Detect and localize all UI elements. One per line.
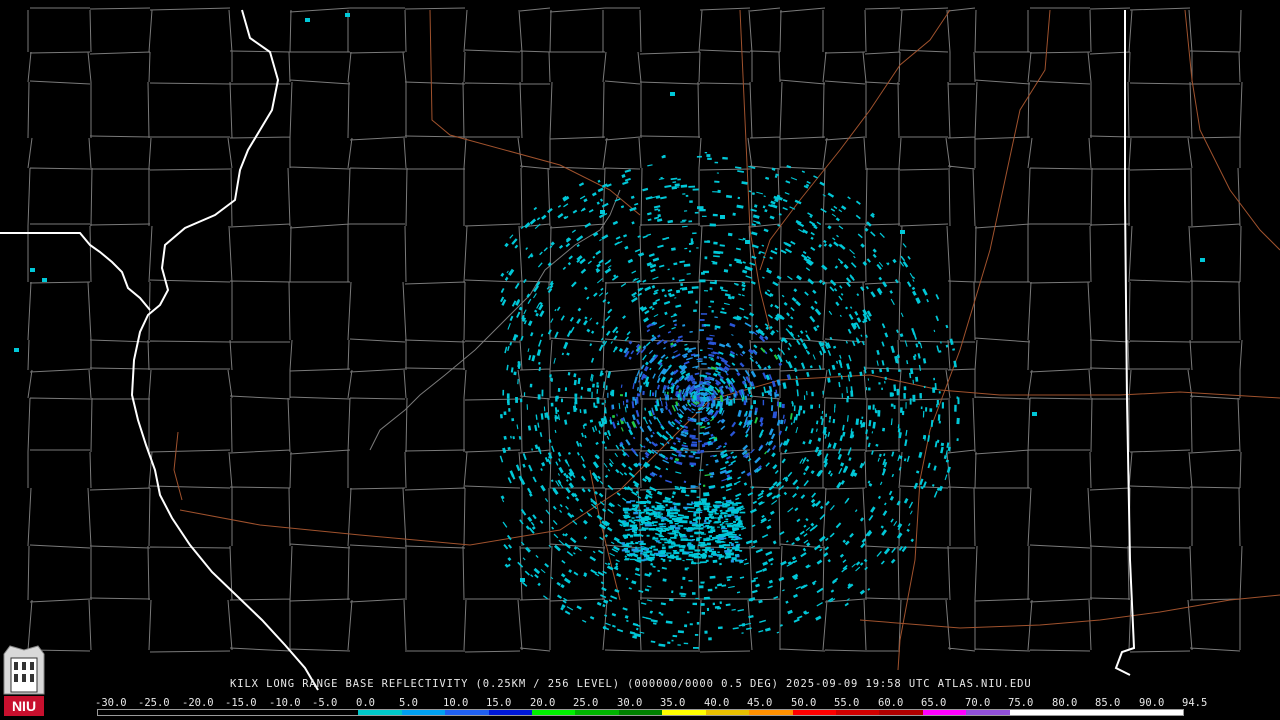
colorbar-segment	[835, 710, 880, 715]
scale-label: 0.0	[356, 697, 375, 709]
radar-map[interactable]	[0, 0, 1280, 720]
scale-label: 60.0	[878, 697, 904, 709]
product-caption: KILX LONG RANGE BASE REFLECTIVITY (0.25K…	[230, 678, 1032, 690]
scale-label: 70.0	[965, 697, 991, 709]
colorbar-segment	[228, 710, 272, 715]
colorbar-segment	[1096, 710, 1140, 715]
colorbar-segment	[879, 710, 923, 715]
colorbar-segment	[358, 710, 402, 715]
colorbar-segment	[1052, 710, 1097, 715]
colorbar-segment	[966, 710, 1010, 715]
colorbar-segment	[445, 710, 489, 715]
colorbar-segment	[1009, 710, 1053, 715]
colorbar-segment	[184, 710, 229, 715]
scale-label: 10.0	[443, 697, 469, 709]
scale-label: 20.0	[530, 697, 556, 709]
scale-label: 94.5	[1182, 697, 1208, 709]
scale-label: -10.0	[269, 697, 301, 709]
colorbar-segment	[662, 710, 706, 715]
colorbar-segment	[1139, 710, 1184, 715]
scale-label: 5.0	[399, 697, 418, 709]
colorbar-segment	[141, 710, 185, 715]
scale-label: 80.0	[1052, 697, 1078, 709]
colorbar-segment	[271, 710, 316, 715]
colorbar-segment	[922, 710, 967, 715]
colorbar-segment	[98, 710, 142, 715]
colorbar-segment	[401, 710, 446, 715]
scale-label: 15.0	[486, 697, 512, 709]
scale-label: 50.0	[791, 697, 817, 709]
scale-label: 90.0	[1139, 697, 1165, 709]
scale-label: 45.0	[747, 697, 773, 709]
scale-label: -15.0	[225, 697, 257, 709]
niu-tower-logo-icon: NIU	[3, 645, 45, 716]
scale-label: 30.0	[617, 697, 643, 709]
scale-label: 25.0	[573, 697, 599, 709]
scale-label: -30.0	[95, 697, 127, 709]
scale-label: -5.0	[312, 697, 338, 709]
colorbar-segment	[315, 710, 359, 715]
scale-label: 35.0	[660, 697, 686, 709]
colorbar-segment	[618, 710, 663, 715]
colorbar-segment	[532, 710, 576, 715]
colorbar-segment	[749, 710, 793, 715]
scale-label: 40.0	[704, 697, 730, 709]
logo-text: NIU	[12, 698, 36, 714]
colorbar-segment	[705, 710, 750, 715]
scale-label: -20.0	[182, 697, 214, 709]
reflectivity-colorbar	[97, 709, 1184, 716]
scale-label: 85.0	[1095, 697, 1121, 709]
colorbar-segment	[575, 710, 619, 715]
colorbar-segment	[792, 710, 836, 715]
scale-label: 65.0	[921, 697, 947, 709]
scale-label: -25.0	[138, 697, 170, 709]
scale-label: 55.0	[834, 697, 860, 709]
scale-label: 75.0	[1008, 697, 1034, 709]
colorbar-segment	[488, 710, 533, 715]
